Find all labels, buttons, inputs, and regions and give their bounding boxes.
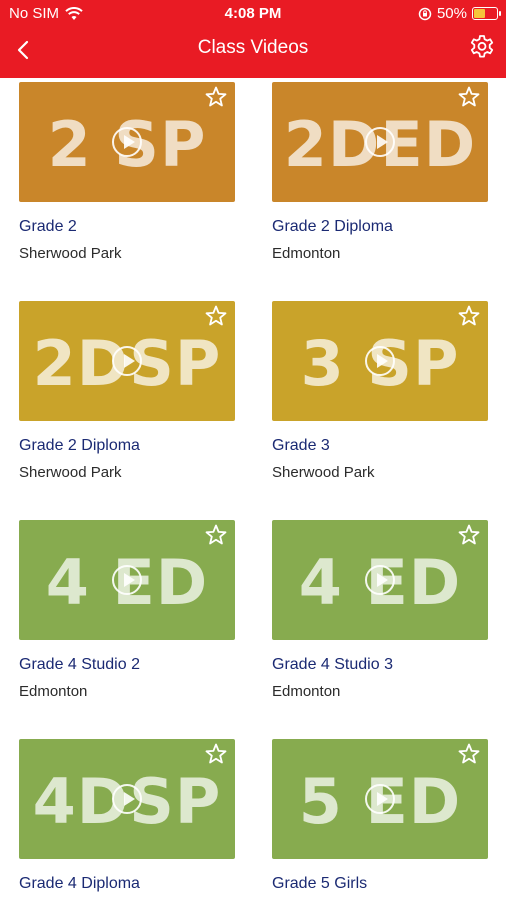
video-title[interactable]: Grade 3 [272,437,488,455]
video-thumbnail[interactable]: 2DSP [19,301,235,421]
status-bar: No SIM 4:08 PM 50% [0,0,506,28]
video-card[interactable]: 2 SP Grade 2 Sherwood Park [19,82,235,262]
video-thumbnail[interactable]: 3 SP [272,301,488,421]
play-icon[interactable] [112,346,142,376]
video-card[interactable]: 2DSP Grade 2 Diploma Sherwood Park [19,301,235,481]
video-thumbnail[interactable]: 2 SP [19,82,235,202]
play-icon[interactable] [365,127,395,157]
video-title[interactable]: Grade 5 Girls [272,875,488,893]
favorite-star-icon[interactable] [204,523,228,547]
video-thumbnail[interactable]: 2DED [272,82,488,202]
video-title[interactable]: Grade 2 Diploma [272,218,488,236]
video-location: Edmonton [19,683,88,700]
video-location: Edmonton [272,683,341,700]
page-title: Class Videos [197,37,309,58]
video-thumbnail[interactable]: 4 ED [19,520,235,640]
favorite-star-icon[interactable] [457,304,481,328]
app-header: No SIM 4:08 PM 50% Class Videos [0,0,506,78]
battery-percent: 50% [436,5,467,22]
video-location: Sherwood Park [19,245,122,262]
nav-bar: Class Videos [0,28,506,78]
favorite-star-icon[interactable] [204,85,228,109]
video-card[interactable]: 2DED Grade 2 Diploma Edmonton [272,82,488,262]
status-right: 50% [418,5,501,22]
orientation-lock-icon [418,7,432,20]
video-location: Edmonton [272,245,341,262]
video-location: Sherwood Park [19,464,122,481]
video-card[interactable]: 5 ED Grade 5 Girls [272,739,488,900]
video-title[interactable]: Grade 2 Diploma [19,437,235,455]
favorite-star-icon[interactable] [204,742,228,766]
favorite-star-icon[interactable] [457,85,481,109]
video-card[interactable]: 4 ED Grade 4 Studio 2 Edmonton [19,520,235,700]
video-thumbnail[interactable]: 4 ED [272,520,488,640]
favorite-star-icon[interactable] [204,304,228,328]
video-title[interactable]: Grade 4 Diploma [19,875,235,893]
video-title[interactable]: Grade 4 Studio 2 [19,656,235,674]
gear-icon[interactable] [468,33,496,61]
video-title[interactable]: Grade 2 [19,218,235,236]
play-icon[interactable] [365,784,395,814]
battery-icon [472,7,501,20]
play-icon[interactable] [365,565,395,595]
play-icon[interactable] [112,127,142,157]
battery-level [474,9,485,18]
video-location: Sherwood Park [272,464,375,481]
play-icon[interactable] [112,784,142,814]
favorite-star-icon[interactable] [457,523,481,547]
play-icon[interactable] [365,346,395,376]
play-icon[interactable] [112,565,142,595]
video-thumbnail[interactable]: 4DSP [19,739,235,859]
video-card[interactable]: 3 SP Grade 3 Sherwood Park [272,301,488,481]
video-thumbnail[interactable]: 5 ED [272,739,488,859]
favorite-star-icon[interactable] [457,742,481,766]
video-card[interactable]: 4 ED Grade 4 Studio 3 Edmonton [272,520,488,700]
video-title[interactable]: Grade 4 Studio 3 [272,656,488,674]
video-card[interactable]: 4DSP Grade 4 Diploma [19,739,235,900]
